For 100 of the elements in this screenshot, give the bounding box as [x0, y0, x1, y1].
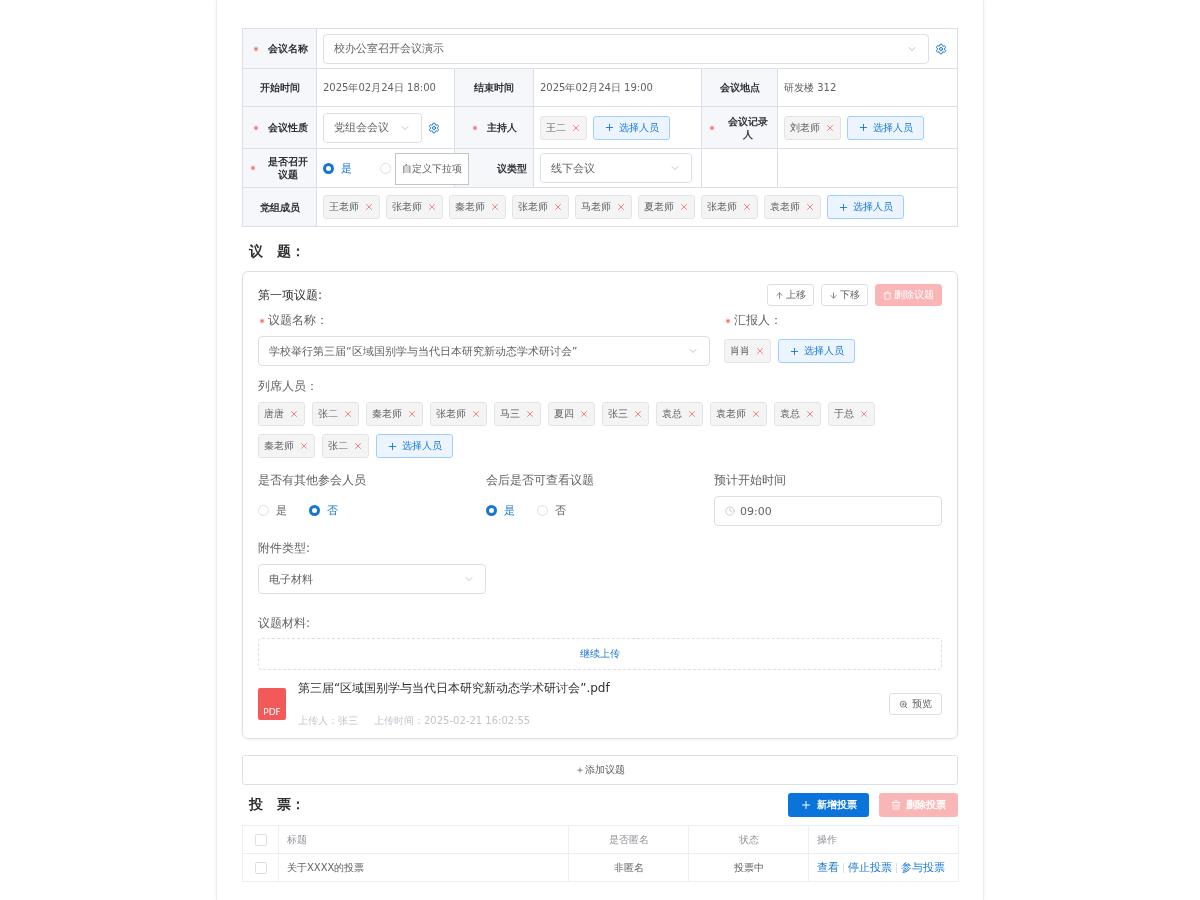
person-tag: 马三 — [494, 402, 541, 426]
radio-option[interactable]: 是 — [258, 503, 287, 518]
add-vote-button[interactable]: 新增投票 — [788, 793, 869, 817]
remove-icon[interactable] — [553, 202, 563, 212]
remove-icon[interactable] — [490, 202, 500, 212]
person-tag: 秦老师 — [449, 195, 506, 219]
plus-icon — [604, 122, 615, 133]
meeting-nature-select[interactable]: 党组会会议 — [323, 112, 422, 143]
field-label: 附件类型: — [258, 540, 312, 557]
person-tag: 张二 — [312, 402, 359, 426]
remove-icon[interactable] — [805, 409, 815, 419]
tooltip: 自定义下拉项 — [395, 153, 469, 185]
person-tag: 夏老师 — [638, 195, 695, 219]
preview-button[interactable]: 预览 — [889, 693, 942, 715]
remove-icon[interactable] — [751, 409, 761, 419]
meeting-name-select[interactable]: 校办公室召开会议演示 — [323, 33, 929, 64]
field-label: 是否有其他参会人员 — [258, 472, 367, 489]
remove-icon[interactable] — [679, 202, 689, 212]
remove-icon[interactable] — [616, 202, 626, 212]
select-person-button[interactable]: 选择人员 — [827, 195, 904, 219]
section-heading: 投 票： — [249, 796, 306, 814]
remove-icon[interactable] — [687, 409, 697, 419]
field-label: 列席人员： — [258, 378, 319, 395]
field-label: 汇报人： — [734, 312, 782, 329]
radio-option[interactable]: 否 — [537, 503, 566, 518]
remove-icon[interactable] — [353, 441, 363, 451]
field-label: 会议地点 — [719, 81, 760, 94]
select-person-button[interactable]: 选择人员 — [847, 115, 924, 140]
person-tag: 张老师 — [430, 402, 487, 426]
action-link[interactable]: 查看 — [817, 860, 839, 875]
remove-icon[interactable] — [742, 202, 752, 212]
checkbox[interactable] — [254, 861, 267, 874]
remove-icon[interactable] — [579, 409, 589, 419]
zoom-icon — [899, 699, 908, 709]
plus-icon — [387, 440, 398, 452]
upload-area[interactable]: 继续上传 — [258, 638, 942, 670]
remove-icon[interactable] — [343, 409, 353, 419]
person-tag: 唐唐 — [258, 402, 305, 426]
remove-icon[interactable] — [633, 409, 643, 419]
remove-icon[interactable] — [471, 409, 481, 419]
person-tag: 袁老师 — [710, 402, 767, 426]
select-person-button[interactable]: 选择人员 — [376, 434, 453, 458]
clock-icon — [725, 506, 735, 516]
person-tag: 马老师 — [575, 195, 632, 219]
field-label: 结束时间 — [474, 81, 514, 94]
action-link[interactable]: 停止投票 — [848, 860, 892, 875]
radio-option[interactable]: 是 — [486, 503, 515, 518]
person-tag: 秦老师 — [366, 402, 423, 426]
meeting-type-select[interactable]: 线下会议 — [540, 153, 692, 183]
person-tag: 袁总 — [656, 402, 703, 426]
topic-name-select[interactable]: 学校举行第三届“区域国别学与当代日本研究新动态学术研讨会” — [258, 336, 710, 366]
section-heading: 议 题： — [247, 242, 306, 261]
move-button[interactable]: 下移 — [821, 284, 868, 306]
add-topic-button[interactable]: ＋添加议题 — [242, 755, 958, 785]
person-tag: 袁总 — [774, 402, 821, 426]
select-person-button[interactable]: 选择人员 — [593, 115, 670, 140]
table-cell: 非匿名 — [569, 854, 689, 882]
remove-icon[interactable] — [755, 346, 765, 356]
settings-icon[interactable] — [935, 42, 947, 55]
remove-icon[interactable] — [289, 409, 299, 419]
time-field[interactable]: 09:00 — [714, 496, 942, 526]
person-tag: 肖肖 — [724, 339, 771, 363]
action-link[interactable]: 参与投票 — [901, 860, 945, 875]
radio-option[interactable]: 否 — [309, 503, 338, 518]
remove-icon[interactable] — [571, 122, 581, 133]
move-button[interactable]: 上移 — [767, 284, 814, 306]
field-label: 是否召开议题 — [266, 155, 309, 181]
remove-icon[interactable] — [805, 202, 815, 212]
file-name[interactable]: 第三届“区域国别学与当代日本研究新动态学术研讨会”.pdf — [298, 680, 610, 697]
trash-icon — [883, 290, 892, 300]
plus-icon — [838, 201, 849, 213]
arrow-up-icon — [775, 290, 784, 300]
person-tag: 刘老师 — [784, 115, 841, 140]
select-person-button[interactable]: 选择人员 — [778, 339, 855, 363]
radio-option[interactable]: 是 — [323, 160, 352, 176]
field-label: 开始时间 — [259, 81, 300, 94]
remove-icon[interactable] — [825, 122, 835, 133]
end-time-value: 2025年02月24日 19:00 — [540, 80, 653, 95]
table-cell: 投票中 — [689, 854, 809, 882]
person-tag: 于总 — [828, 402, 875, 426]
field-label: 会后是否可查看议题 — [486, 472, 595, 489]
remove-icon[interactable] — [427, 202, 437, 212]
remove-icon[interactable] — [859, 409, 869, 419]
plus-icon — [858, 122, 869, 133]
person-tag: 张老师 — [512, 195, 569, 219]
attachment-type-select[interactable]: 电子材料 — [258, 564, 486, 594]
checkbox[interactable] — [254, 833, 267, 846]
topic-title: 第一项议题: — [258, 286, 324, 304]
remove-icon[interactable] — [525, 409, 535, 419]
field-label: 党组成员 — [259, 200, 300, 214]
remove-icon[interactable] — [299, 441, 309, 451]
person-tag: 张二 — [322, 434, 369, 458]
person-tag: 秦老师 — [258, 434, 315, 458]
radio-option[interactable] — [380, 162, 391, 174]
remove-icon[interactable] — [407, 409, 417, 419]
field-label: 会议名称 — [267, 42, 308, 55]
location-value: 研发楼 312 — [784, 80, 837, 95]
settings-icon[interactable] — [428, 121, 440, 134]
person-tag: 王二 — [540, 115, 587, 140]
remove-icon[interactable] — [364, 202, 374, 212]
